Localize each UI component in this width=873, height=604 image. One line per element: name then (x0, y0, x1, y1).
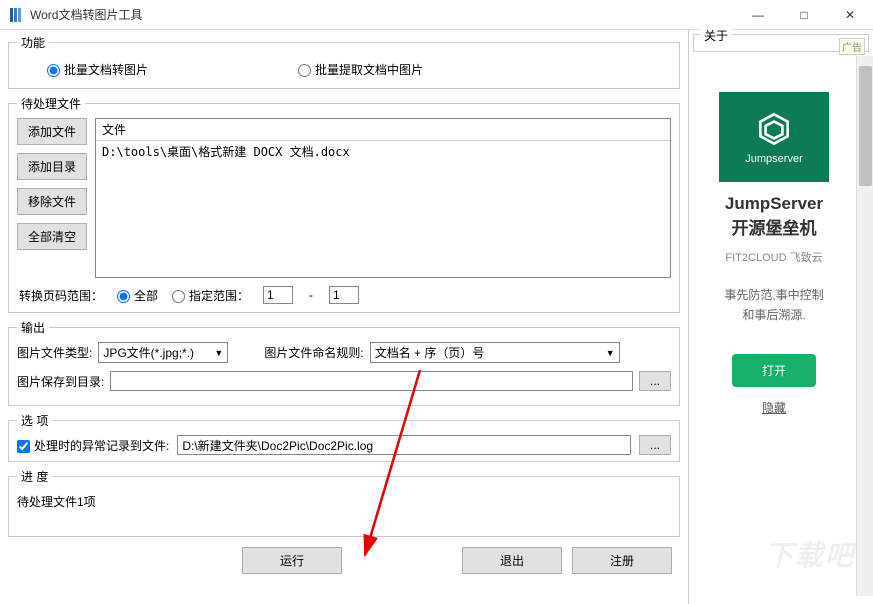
log-path-input[interactable] (177, 435, 631, 455)
scrollbar[interactable] (856, 56, 873, 596)
image-type-label: 图片文件类型: (17, 344, 92, 361)
file-list-row[interactable]: D:\tools\桌面\格式新建 DOCX 文档.docx (96, 141, 670, 162)
save-dir-browse-button[interactable]: ... (639, 371, 671, 391)
range-from-input[interactable] (263, 286, 293, 304)
image-type-select[interactable]: JPG文件(*.jpg;*.)▼ (98, 342, 228, 363)
close-button[interactable]: ✕ (827, 0, 873, 30)
radio-range-spec[interactable]: 指定范围： (172, 287, 249, 304)
file-list[interactable]: 文件 D:\tools\桌面\格式新建 DOCX 文档.docx (95, 118, 671, 278)
radio-batch-extract[interactable]: 批量提取文档中图片 (298, 61, 423, 78)
output-legend: 输出 (17, 319, 49, 336)
naming-rule-label: 图片文件命名规则: (264, 344, 363, 361)
output-group: 输出 图片文件类型: JPG文件(*.jpg;*.)▼ 图片文件命名规则: 文档… (8, 319, 680, 406)
bottom-button-row: 运行 退出 注册 (8, 543, 680, 574)
options-group: 选 项 处理时的异常记录到文件: ... (8, 412, 680, 462)
options-legend: 选 项 (17, 412, 52, 429)
window-title: Word文档转图片工具 (30, 6, 735, 23)
file-list-header[interactable]: 文件 (96, 119, 670, 141)
add-dir-button[interactable]: 添加目录 (17, 153, 87, 180)
titlebar: Word文档转图片工具 — □ ✕ (0, 0, 873, 30)
minimize-button[interactable]: — (735, 0, 781, 30)
progress-legend: 进 度 (17, 468, 52, 485)
ad-hide-link[interactable]: 隐藏 (697, 399, 851, 416)
radio-batch-convert[interactable]: 批量文档转图片 (47, 61, 148, 78)
log-browse-button[interactable]: ... (639, 435, 671, 455)
ad-badge: 广告 (839, 38, 865, 55)
main-panel: 功能 批量文档转图片 批量提取文档中图片 待处理文件 添加文件 添加目录 移除文… (0, 30, 688, 604)
progress-text: 待处理文件1项 (17, 491, 671, 530)
range-to-input[interactable] (329, 286, 359, 304)
function-legend: 功能 (17, 34, 49, 51)
add-file-button[interactable]: 添加文件 (17, 118, 87, 145)
clear-all-button[interactable]: 全部清空 (17, 223, 87, 250)
save-dir-label: 图片保存到目录: (17, 373, 104, 390)
register-button[interactable]: 注册 (572, 547, 672, 574)
pending-files-group: 待处理文件 添加文件 添加目录 移除文件 全部清空 文件 D:\tools\桌面… (8, 95, 680, 313)
ad-title-2: 开源堡垒机 (697, 214, 851, 239)
naming-rule-select[interactable]: 文档名 + 序（页）号▼ (370, 342, 620, 363)
about-panel: 关于 广告 Jumpserver JumpServer 开源堡垒机 FIT2CL… (688, 30, 873, 604)
ad-open-button[interactable]: 打开 (732, 354, 816, 387)
range-dash: - (307, 288, 315, 302)
log-checkbox[interactable]: 处理时的异常记录到文件: (17, 437, 169, 454)
scrollbar-thumb[interactable] (859, 66, 872, 186)
ad-subtitle: FIT2CLOUD 飞致云 (697, 249, 851, 265)
remove-file-button[interactable]: 移除文件 (17, 188, 87, 215)
progress-group: 进 度 待处理文件1项 (8, 468, 680, 537)
function-group: 功能 批量文档转图片 批量提取文档中图片 (8, 34, 680, 89)
ad-title-1: JumpServer (697, 194, 851, 214)
chevron-down-icon: ▼ (214, 348, 223, 358)
maximize-button[interactable]: □ (781, 0, 827, 30)
jumpserver-logo-icon: Jumpserver (719, 92, 829, 182)
ad-description: 事先防范,事中控制 和事后溯源. (697, 285, 851, 326)
range-label: 转换页码范围： (19, 287, 103, 304)
app-icon (8, 7, 24, 23)
run-button[interactable]: 运行 (242, 547, 342, 574)
chevron-down-icon: ▼ (606, 348, 615, 358)
pending-legend: 待处理文件 (17, 95, 85, 112)
watermark: 下载吧 (765, 534, 855, 574)
ad-content[interactable]: Jumpserver JumpServer 开源堡垒机 FIT2CLOUD 飞致… (697, 92, 851, 416)
radio-range-all[interactable]: 全部 (117, 287, 158, 304)
exit-button[interactable]: 退出 (462, 547, 562, 574)
save-dir-input[interactable] (110, 371, 633, 391)
about-legend: 关于 (700, 27, 732, 44)
